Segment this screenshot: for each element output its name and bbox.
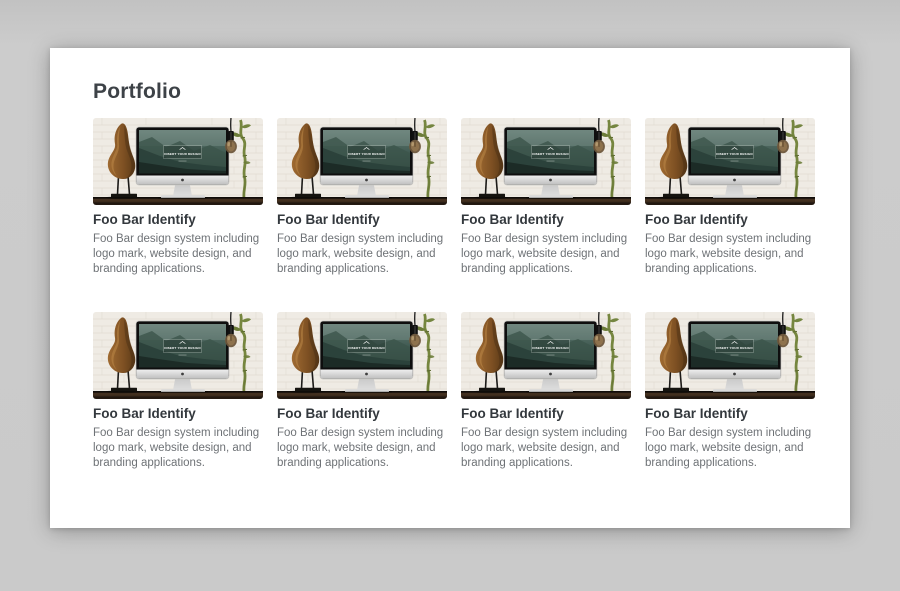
portfolio-item-description: Foo Bar design system including logo mar… bbox=[645, 426, 815, 471]
imac-mockup-image bbox=[93, 118, 263, 205]
portfolio-item-description: Foo Bar design system including logo mar… bbox=[461, 426, 631, 471]
page-title: Portfolio bbox=[93, 79, 815, 105]
portfolio-item-title: Foo Bar Identify bbox=[461, 213, 631, 227]
portfolio-item-title: Foo Bar Identify bbox=[277, 407, 447, 421]
portfolio-card[interactable]: Foo Bar Identify Foo Bar design system i… bbox=[277, 312, 447, 506]
imac-mockup-image bbox=[645, 312, 815, 399]
portfolio-thumbnail[interactable] bbox=[645, 312, 815, 399]
portfolio-thumbnail[interactable] bbox=[93, 118, 263, 205]
portfolio-item-description: Foo Bar design system including logo mar… bbox=[461, 232, 631, 277]
portfolio-item-title: Foo Bar Identify bbox=[93, 407, 263, 421]
portfolio-thumbnail[interactable] bbox=[277, 312, 447, 399]
portfolio-item-title: Foo Bar Identify bbox=[93, 213, 263, 227]
portfolio-card[interactable]: Foo Bar Identify Foo Bar design system i… bbox=[461, 118, 631, 312]
portfolio-thumbnail[interactable] bbox=[277, 118, 447, 205]
imac-mockup-image bbox=[461, 312, 631, 399]
portfolio-item-title: Foo Bar Identify bbox=[277, 213, 447, 227]
portfolio-item-description: Foo Bar design system including logo mar… bbox=[277, 232, 447, 277]
portfolio-item-description: Foo Bar design system including logo mar… bbox=[645, 232, 815, 277]
imac-mockup-image bbox=[645, 118, 815, 205]
portfolio-card[interactable]: Foo Bar Identify Foo Bar design system i… bbox=[461, 312, 631, 506]
portfolio-item-description: Foo Bar design system including logo mar… bbox=[93, 232, 263, 277]
imac-mockup-image bbox=[277, 118, 447, 205]
imac-mockup-image bbox=[93, 312, 263, 399]
portfolio-thumbnail[interactable] bbox=[93, 312, 263, 399]
imac-mockup-image bbox=[277, 312, 447, 399]
portfolio-card[interactable]: Foo Bar Identify Foo Bar design system i… bbox=[645, 118, 815, 312]
portfolio-grid: Foo Bar Identify Foo Bar design system i… bbox=[93, 118, 815, 506]
portfolio-thumbnail[interactable] bbox=[461, 118, 631, 205]
portfolio-card[interactable]: Foo Bar Identify Foo Bar design system i… bbox=[645, 312, 815, 506]
portfolio-item-description: Foo Bar design system including logo mar… bbox=[277, 426, 447, 471]
portfolio-item-title: Foo Bar Identify bbox=[645, 213, 815, 227]
portfolio-thumbnail[interactable] bbox=[645, 118, 815, 205]
portfolio-card[interactable]: Foo Bar Identify Foo Bar design system i… bbox=[277, 118, 447, 312]
portfolio-card[interactable]: Foo Bar Identify Foo Bar design system i… bbox=[93, 118, 263, 312]
imac-mockup-image bbox=[461, 118, 631, 205]
portfolio-thumbnail[interactable] bbox=[461, 312, 631, 399]
portfolio-item-title: Foo Bar Identify bbox=[645, 407, 815, 421]
portfolio-page-card: Portfolio Foo Bar Identify Foo Bar desig… bbox=[50, 48, 850, 528]
portfolio-card[interactable]: Foo Bar Identify Foo Bar design system i… bbox=[93, 312, 263, 506]
portfolio-item-description: Foo Bar design system including logo mar… bbox=[93, 426, 263, 471]
portfolio-item-title: Foo Bar Identify bbox=[461, 407, 631, 421]
